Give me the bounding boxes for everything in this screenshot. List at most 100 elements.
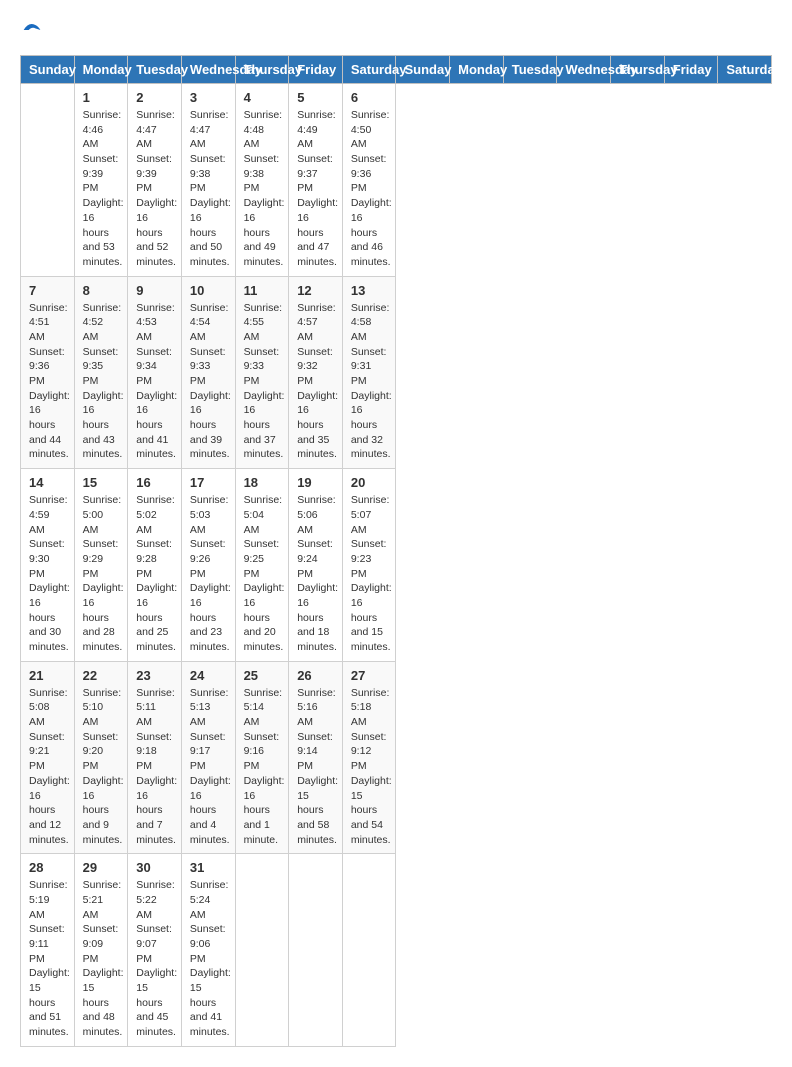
day-header-saturday: Saturday bbox=[342, 56, 396, 84]
day-number: 20 bbox=[351, 475, 388, 490]
calendar-cell: 18 Sunrise: 5:04 AMSunset: 9:25 PMDayligh… bbox=[235, 469, 289, 662]
day-number: 28 bbox=[29, 860, 66, 875]
calendar-cell: 10Sunrise: 4:54 AMSunset: 9:33 PMDayligh… bbox=[181, 276, 235, 469]
day-header-friday: Friday bbox=[289, 56, 343, 84]
day-info: Sunrise: 5:13 AMSunset: 9:17 PMDaylight:… bbox=[190, 686, 227, 848]
day-header-sunday: Sunday bbox=[21, 56, 75, 84]
calendar-cell bbox=[21, 84, 75, 277]
calendar-cell: 28Sunrise: 5:19 AMSunset: 9:11 PMDayligh… bbox=[21, 854, 75, 1047]
calendar-cell: 5 Sunrise: 4:49 AMSunset: 9:37 PMDaylight… bbox=[289, 84, 343, 277]
day-info: Sunrise: 5:24 AMSunset: 9:06 PMDaylight:… bbox=[190, 878, 227, 1040]
day-number: 3 bbox=[190, 90, 227, 105]
day-info: Sunrise: 5:08 AMSunset: 9:21 PMDaylight:… bbox=[29, 686, 66, 848]
day-info: Sunrise: 5:07 AMSunset: 9:23 PMDaylight:… bbox=[351, 493, 388, 655]
day-number: 6 bbox=[351, 90, 388, 105]
calendar-cell: 8Sunrise: 4:52 AMSunset: 9:35 PMDaylight… bbox=[74, 276, 128, 469]
logo bbox=[20, 20, 42, 45]
day-info: Sunrise: 4:46 AMSunset: 9:39 PMDaylight:… bbox=[83, 108, 120, 270]
calendar-cell: 27 Sunrise: 5:18 AMSunset: 9:12 PMDayligh… bbox=[342, 661, 396, 854]
logo-text bbox=[20, 20, 42, 45]
calendar-cell: 7 Sunrise: 4:51 AMSunset: 9:36 PMDaylight… bbox=[21, 276, 75, 469]
week-row-2: 7 Sunrise: 4:51 AMSunset: 9:36 PMDaylight… bbox=[21, 276, 772, 469]
header-row: SundayMondayTuesdayWednesdayThursdayFrid… bbox=[21, 56, 772, 84]
day-number: 2 bbox=[136, 90, 173, 105]
day-header-monday: Monday bbox=[74, 56, 128, 84]
day-header-tuesday: Tuesday bbox=[503, 56, 557, 84]
day-info: Sunrise: 5:16 AMSunset: 9:14 PMDaylight:… bbox=[297, 686, 334, 848]
calendar-cell: 23 Sunrise: 5:11 AMSunset: 9:18 PMDayligh… bbox=[128, 661, 182, 854]
day-info: Sunrise: 4:47 AMSunset: 9:38 PMDaylight:… bbox=[190, 108, 227, 270]
day-info: Sunrise: 4:53 AMSunset: 9:34 PMDaylight:… bbox=[136, 301, 173, 463]
day-info: Sunrise: 5:02 AMSunset: 9:28 PMDaylight:… bbox=[136, 493, 173, 655]
day-info: Sunrise: 5:04 AMSunset: 9:25 PMDaylight:… bbox=[244, 493, 281, 655]
calendar-cell: 15 Sunrise: 5:00 AMSunset: 9:29 PMDayligh… bbox=[74, 469, 128, 662]
day-number: 1 bbox=[83, 90, 120, 105]
header bbox=[20, 20, 772, 45]
day-info: Sunrise: 4:50 AMSunset: 9:36 PMDaylight:… bbox=[351, 108, 388, 270]
week-row-1: 1 Sunrise: 4:46 AMSunset: 9:39 PMDaylight… bbox=[21, 84, 772, 277]
day-info: Sunrise: 5:10 AMSunset: 9:20 PMDaylight:… bbox=[83, 686, 120, 848]
day-number: 14 bbox=[29, 475, 66, 490]
day-info: Sunrise: 4:54 AMSunset: 9:33 PMDaylight:… bbox=[190, 301, 227, 463]
calendar-cell: 12Sunrise: 4:57 AMSunset: 9:32 PMDayligh… bbox=[289, 276, 343, 469]
calendar-cell: 9Sunrise: 4:53 AMSunset: 9:34 PMDaylight… bbox=[128, 276, 182, 469]
calendar-cell bbox=[289, 854, 343, 1047]
day-info: Sunrise: 5:22 AMSunset: 9:07 PMDaylight:… bbox=[136, 878, 173, 1040]
calendar-cell: 2Sunrise: 4:47 AMSunset: 9:39 PMDaylight… bbox=[128, 84, 182, 277]
week-row-3: 14 Sunrise: 4:59 AMSunset: 9:30 PMDayligh… bbox=[21, 469, 772, 662]
day-info: Sunrise: 4:55 AMSunset: 9:33 PMDaylight:… bbox=[244, 301, 281, 463]
day-info: Sunrise: 4:59 AMSunset: 9:30 PMDaylight:… bbox=[29, 493, 66, 655]
day-number: 21 bbox=[29, 668, 66, 683]
day-info: Sunrise: 5:11 AMSunset: 9:18 PMDaylight:… bbox=[136, 686, 173, 848]
day-header-thursday: Thursday bbox=[235, 56, 289, 84]
day-info: Sunrise: 4:51 AMSunset: 9:36 PMDaylight:… bbox=[29, 301, 66, 463]
day-info: Sunrise: 4:49 AMSunset: 9:37 PMDaylight:… bbox=[297, 108, 334, 270]
day-header-tuesday: Tuesday bbox=[128, 56, 182, 84]
day-number: 29 bbox=[83, 860, 120, 875]
calendar-cell: 29 Sunrise: 5:21 AMSunset: 9:09 PMDayligh… bbox=[74, 854, 128, 1047]
day-info: Sunrise: 4:57 AMSunset: 9:32 PMDaylight:… bbox=[297, 301, 334, 463]
calendar-cell: 31 Sunrise: 5:24 AMSunset: 9:06 PMDayligh… bbox=[181, 854, 235, 1047]
day-header-friday: Friday bbox=[664, 56, 718, 84]
day-number: 24 bbox=[190, 668, 227, 683]
day-number: 26 bbox=[297, 668, 334, 683]
calendar-table: SundayMondayTuesdayWednesdayThursdayFrid… bbox=[20, 55, 772, 1047]
day-number: 4 bbox=[244, 90, 281, 105]
day-number: 15 bbox=[83, 475, 120, 490]
day-info: Sunrise: 4:48 AMSunset: 9:38 PMDaylight:… bbox=[244, 108, 281, 270]
calendar-cell: 1 Sunrise: 4:46 AMSunset: 9:39 PMDaylight… bbox=[74, 84, 128, 277]
day-info: Sunrise: 4:58 AMSunset: 9:31 PMDaylight:… bbox=[351, 301, 388, 463]
calendar-cell: 17Sunrise: 5:03 AMSunset: 9:26 PMDayligh… bbox=[181, 469, 235, 662]
day-info: Sunrise: 5:21 AMSunset: 9:09 PMDaylight:… bbox=[83, 878, 120, 1040]
week-row-4: 21 Sunrise: 5:08 AMSunset: 9:21 PMDayligh… bbox=[21, 661, 772, 854]
day-number: 30 bbox=[136, 860, 173, 875]
calendar-cell: 16 Sunrise: 5:02 AMSunset: 9:28 PMDayligh… bbox=[128, 469, 182, 662]
day-number: 16 bbox=[136, 475, 173, 490]
calendar-cell: 13Sunrise: 4:58 AMSunset: 9:31 PMDayligh… bbox=[342, 276, 396, 469]
day-number: 7 bbox=[29, 283, 66, 298]
day-info: Sunrise: 5:18 AMSunset: 9:12 PMDaylight:… bbox=[351, 686, 388, 848]
day-header-monday: Monday bbox=[450, 56, 504, 84]
day-number: 31 bbox=[190, 860, 227, 875]
calendar-cell: 22Sunrise: 5:10 AMSunset: 9:20 PMDayligh… bbox=[74, 661, 128, 854]
day-number: 18 bbox=[244, 475, 281, 490]
calendar-cell: 25Sunrise: 5:14 AMSunset: 9:16 PMDayligh… bbox=[235, 661, 289, 854]
calendar-cell: 19Sunrise: 5:06 AMSunset: 9:24 PMDayligh… bbox=[289, 469, 343, 662]
day-info: Sunrise: 5:14 AMSunset: 9:16 PMDaylight:… bbox=[244, 686, 281, 848]
calendar-cell bbox=[342, 854, 396, 1047]
day-number: 27 bbox=[351, 668, 388, 683]
day-number: 8 bbox=[83, 283, 120, 298]
day-info: Sunrise: 5:06 AMSunset: 9:24 PMDaylight:… bbox=[297, 493, 334, 655]
calendar-cell: 3 Sunrise: 4:47 AMSunset: 9:38 PMDaylight… bbox=[181, 84, 235, 277]
day-number: 11 bbox=[244, 283, 281, 298]
calendar-cell: 24 Sunrise: 5:13 AMSunset: 9:17 PMDayligh… bbox=[181, 661, 235, 854]
day-number: 23 bbox=[136, 668, 173, 683]
day-number: 5 bbox=[297, 90, 334, 105]
calendar-cell: 6 Sunrise: 4:50 AMSunset: 9:36 PMDaylight… bbox=[342, 84, 396, 277]
day-info: Sunrise: 5:00 AMSunset: 9:29 PMDaylight:… bbox=[83, 493, 120, 655]
day-info: Sunrise: 5:03 AMSunset: 9:26 PMDaylight:… bbox=[190, 493, 227, 655]
calendar-cell: 4 Sunrise: 4:48 AMSunset: 9:38 PMDaylight… bbox=[235, 84, 289, 277]
calendar-cell bbox=[235, 854, 289, 1047]
logo-icon bbox=[22, 20, 42, 40]
day-header-wednesday: Wednesday bbox=[181, 56, 235, 84]
